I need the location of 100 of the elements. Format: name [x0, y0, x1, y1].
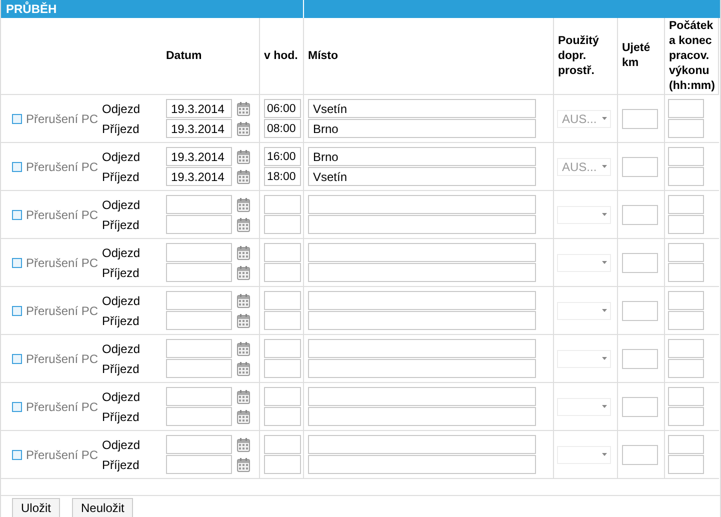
calendar-icon[interactable]	[237, 150, 250, 164]
km-field[interactable]	[622, 348, 658, 368]
transport-dropdown[interactable]	[557, 398, 611, 416]
date-field[interactable]: 19.3.2014	[166, 167, 232, 186]
transport-dropdown[interactable]	[557, 254, 611, 272]
place-field[interactable]: Vsetín	[308, 99, 536, 118]
km-field[interactable]	[622, 252, 658, 272]
checkbox[interactable]	[12, 354, 22, 364]
work-time-field[interactable]	[668, 119, 704, 138]
form-button[interactable]: Uložit	[12, 498, 60, 517]
calendar-icon[interactable]	[237, 294, 250, 308]
time-field[interactable]	[264, 359, 301, 378]
place-field[interactable]	[308, 435, 536, 454]
km-field[interactable]	[622, 156, 658, 176]
place-field[interactable]: Vsetín	[308, 167, 536, 186]
checkbox[interactable]	[12, 210, 22, 220]
km-field[interactable]	[622, 396, 658, 416]
place-field[interactable]	[308, 359, 536, 378]
time-field[interactable]	[264, 387, 301, 406]
calendar-icon[interactable]	[237, 390, 250, 404]
time-field[interactable]: 08:00	[264, 119, 301, 138]
calendar-icon[interactable]	[237, 314, 250, 328]
time-field[interactable]	[264, 407, 301, 426]
work-time-field[interactable]	[668, 167, 704, 186]
work-time-field[interactable]	[668, 387, 704, 406]
date-field[interactable]	[166, 339, 232, 358]
time-field[interactable]: 16:00	[264, 147, 301, 166]
place-field[interactable]	[308, 263, 536, 282]
place-field[interactable]	[308, 311, 536, 330]
calendar-icon[interactable]	[237, 342, 250, 356]
date-field[interactable]: 19.3.2014	[166, 119, 232, 138]
date-field[interactable]	[166, 243, 232, 262]
checkbox[interactable]	[12, 162, 22, 172]
calendar-icon[interactable]	[237, 102, 250, 116]
date-field[interactable]	[166, 407, 232, 426]
place-field[interactable]	[308, 215, 536, 234]
calendar-icon[interactable]	[237, 170, 250, 184]
time-field[interactable]	[264, 311, 301, 330]
date-field[interactable]	[166, 311, 232, 330]
calendar-icon[interactable]	[237, 362, 250, 376]
time-field[interactable]	[264, 263, 301, 282]
calendar-icon[interactable]	[237, 458, 250, 472]
calendar-icon[interactable]	[237, 198, 250, 212]
work-time-field[interactable]	[668, 99, 704, 118]
place-field[interactable]	[308, 455, 536, 474]
calendar-icon[interactable]	[237, 122, 250, 136]
checkbox[interactable]	[12, 402, 22, 412]
place-field[interactable]	[308, 195, 536, 214]
time-field[interactable]	[264, 215, 301, 234]
km-field[interactable]	[622, 300, 658, 320]
date-field[interactable]	[166, 387, 232, 406]
work-time-field[interactable]	[668, 263, 704, 282]
place-field[interactable]: Brno	[308, 119, 536, 138]
place-field[interactable]	[308, 291, 536, 310]
work-time-field[interactable]	[668, 147, 704, 166]
calendar-icon[interactable]	[237, 266, 250, 280]
work-time-field[interactable]	[668, 407, 704, 426]
transport-dropdown[interactable]	[557, 446, 611, 464]
transport-dropdown[interactable]	[557, 302, 611, 320]
time-field[interactable]	[264, 339, 301, 358]
work-time-field[interactable]	[668, 195, 704, 214]
transport-dropdown[interactable]	[557, 206, 611, 224]
time-field[interactable]	[264, 291, 301, 310]
km-field[interactable]	[622, 204, 658, 224]
work-time-field[interactable]	[668, 215, 704, 234]
work-time-field[interactable]	[668, 435, 704, 454]
time-field[interactable]: 06:00	[264, 99, 301, 118]
date-field[interactable]	[166, 435, 232, 454]
calendar-icon[interactable]	[237, 410, 250, 424]
checkbox[interactable]	[12, 450, 22, 460]
place-field[interactable]	[308, 339, 536, 358]
work-time-field[interactable]	[668, 339, 704, 358]
calendar-icon[interactable]	[237, 438, 250, 452]
work-time-field[interactable]	[668, 311, 704, 330]
date-field[interactable]	[166, 215, 232, 234]
form-button[interactable]: Neuložit	[72, 498, 134, 517]
time-field[interactable]	[264, 455, 301, 474]
date-field[interactable]: 19.3.2014	[166, 147, 232, 166]
place-field[interactable]	[308, 407, 536, 426]
work-time-field[interactable]	[668, 359, 704, 378]
place-field[interactable]	[308, 387, 536, 406]
transport-dropdown[interactable]	[557, 350, 611, 368]
km-field[interactable]	[622, 444, 658, 464]
date-field[interactable]	[166, 291, 232, 310]
work-time-field[interactable]	[668, 291, 704, 310]
place-field[interactable]	[308, 243, 536, 262]
time-field[interactable]	[264, 195, 301, 214]
work-time-field[interactable]	[668, 243, 704, 262]
checkbox[interactable]	[12, 306, 22, 316]
date-field[interactable]	[166, 359, 232, 378]
date-field[interactable]: 19.3.2014	[166, 99, 232, 118]
calendar-icon[interactable]	[237, 218, 250, 232]
date-field[interactable]	[166, 195, 232, 214]
date-field[interactable]	[166, 455, 232, 474]
work-time-field[interactable]	[668, 455, 704, 474]
place-field[interactable]: Brno	[308, 147, 536, 166]
km-field[interactable]	[622, 108, 658, 128]
date-field[interactable]	[166, 263, 232, 282]
checkbox[interactable]	[12, 258, 22, 268]
time-field[interactable]	[264, 435, 301, 454]
